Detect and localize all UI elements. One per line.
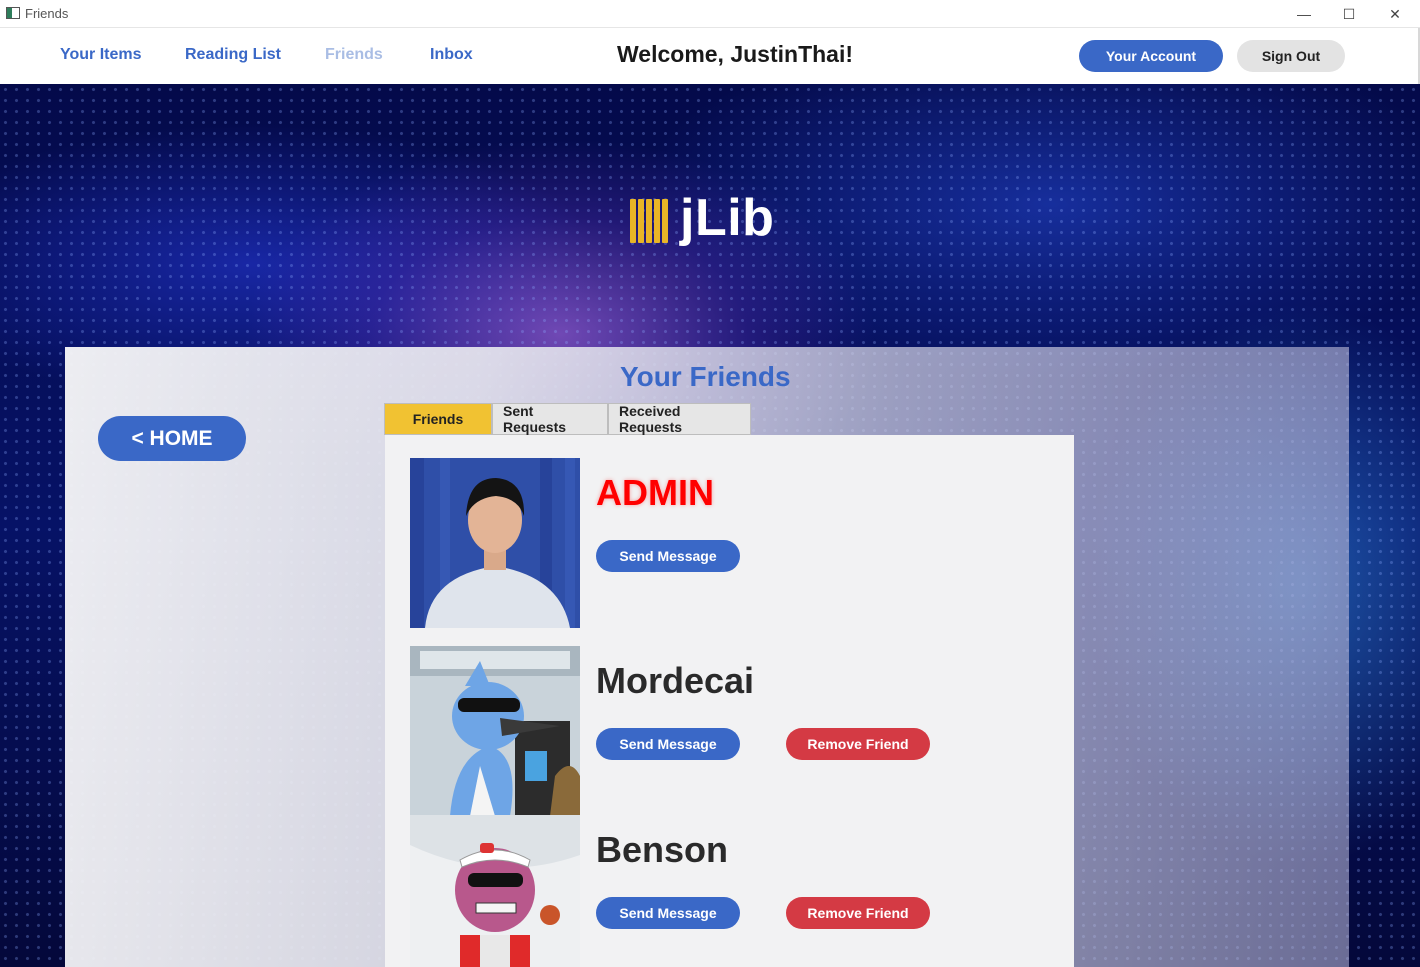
nav-inbox[interactable]: Inbox xyxy=(430,46,473,64)
nav-reading-list[interactable]: Reading List xyxy=(185,46,281,64)
friends-panel: Your Friends < HOME Friends Sent Request… xyxy=(65,347,1349,967)
avatar xyxy=(410,815,580,967)
sign-out-button[interactable]: Sign Out xyxy=(1237,40,1345,72)
close-button[interactable]: ✕ xyxy=(1372,0,1418,28)
remove-friend-button[interactable]: Remove Friend xyxy=(786,728,930,760)
home-button[interactable]: < HOME xyxy=(98,416,246,461)
nav-friends[interactable]: Friends xyxy=(325,46,383,64)
friends-tabs: Friends Sent Requests Received Requests xyxy=(384,403,751,435)
send-message-button[interactable]: Send Message xyxy=(596,728,740,760)
send-message-button[interactable]: Send Message xyxy=(596,897,740,929)
brand-name: jLib xyxy=(680,189,775,247)
app-icon xyxy=(6,7,20,19)
friend-row-benson: Benson Send Message Remove Friend xyxy=(410,815,1050,967)
avatar xyxy=(410,458,580,628)
nav-your-items[interactable]: Your Items xyxy=(60,46,142,64)
tab-received-requests[interactable]: Received Requests xyxy=(608,403,751,435)
top-navbar: Your Items Reading List Friends Inbox We… xyxy=(0,28,1420,84)
friend-row-mordecai: Mordecai Send Message Remove Friend xyxy=(410,646,1050,816)
books-icon xyxy=(630,193,672,243)
page-title: Your Friends xyxy=(620,361,791,392)
avatar xyxy=(410,646,580,816)
jlib-logo: jLib xyxy=(630,188,774,248)
friend-name: ADMIN xyxy=(596,472,714,513)
tab-friends[interactable]: Friends xyxy=(384,403,492,435)
minimize-button[interactable]: — xyxy=(1281,0,1327,28)
window-title: Friends xyxy=(25,6,69,21)
friend-name: Benson xyxy=(596,829,729,870)
remove-friend-button[interactable]: Remove Friend xyxy=(786,897,930,929)
maximize-button[interactable]: ☐ xyxy=(1326,0,1372,28)
welcome-message: Welcome, JustinThai! xyxy=(617,41,854,67)
friends-list[interactable]: ADMIN Send Message Mordecai Send Message… xyxy=(385,435,1074,967)
friend-name: Mordecai xyxy=(596,660,755,701)
your-account-button[interactable]: Your Account xyxy=(1079,40,1223,72)
tab-sent-requests[interactable]: Sent Requests xyxy=(492,403,608,435)
window-titlebar: Friends — ☐ ✕ xyxy=(0,0,1420,28)
send-message-button[interactable]: Send Message xyxy=(596,540,740,572)
friend-row-admin: ADMIN Send Message xyxy=(410,458,1050,628)
